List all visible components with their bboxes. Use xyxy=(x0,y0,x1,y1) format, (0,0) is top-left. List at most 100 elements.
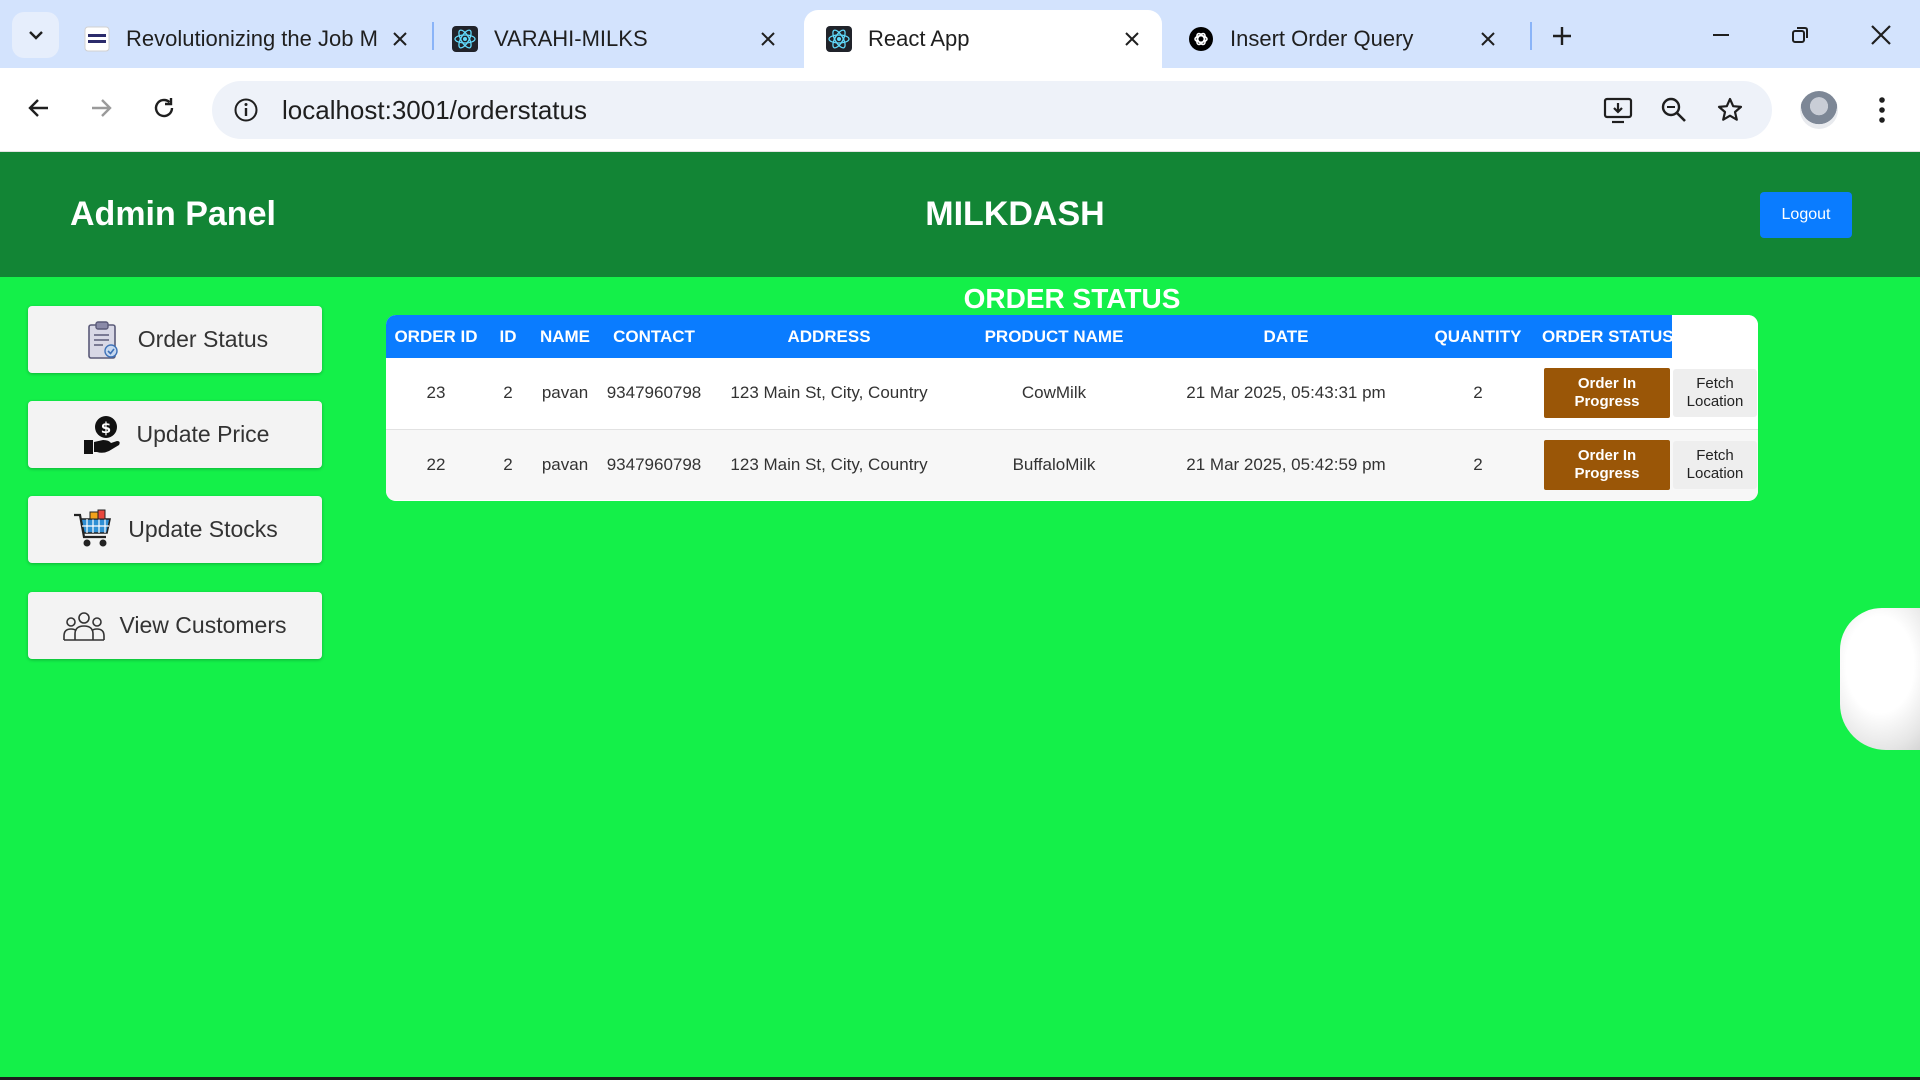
orders-table: ORDER ID ID NAME CONTACT ADDRESS PRODUCT… xyxy=(386,315,1758,500)
tab-title: React App xyxy=(868,26,970,51)
product-cell: BuffaloMilk xyxy=(950,429,1158,500)
close-icon xyxy=(1871,25,1891,45)
sidebar-item-label: Order Status xyxy=(137,326,269,352)
orders-table-card: ORDER ID ID NAME CONTACT ADDRESS PRODUCT… xyxy=(386,315,1758,501)
fetch-location-button[interactable]: Fetch Location xyxy=(1673,369,1757,418)
id-cell: 2 xyxy=(486,358,530,430)
close-icon[interactable] xyxy=(388,27,412,51)
status-line-1: Order In xyxy=(1577,446,1637,464)
restore-icon xyxy=(1792,27,1808,43)
reload-icon xyxy=(154,98,174,118)
sidebar-item-view-customers[interactable]: View Customers xyxy=(28,592,322,659)
tab-react-app[interactable]: React App xyxy=(804,10,1162,68)
plus-icon xyxy=(1553,27,1571,45)
contact-cell: 9347960798 xyxy=(600,429,708,500)
profile-avatar[interactable] xyxy=(1800,91,1838,129)
fetch-line-1: Fetch xyxy=(1696,375,1734,393)
contact-cell: 9347960798 xyxy=(600,358,708,430)
tab-search-button[interactable] xyxy=(12,12,59,58)
svg-text:$: $ xyxy=(100,419,110,437)
sidebar-item-update-stocks[interactable]: Update Stocks xyxy=(28,496,322,563)
react-icon xyxy=(826,26,852,52)
tab-revolutionizing[interactable]: Revolutionizing the Job M xyxy=(62,10,430,68)
clipboard-icon xyxy=(82,319,124,361)
fetch-line-1: Fetch xyxy=(1696,446,1734,464)
name-cell: pavan xyxy=(530,429,600,500)
chatgpt-icon xyxy=(1188,26,1214,52)
close-icon[interactable] xyxy=(1476,27,1500,51)
tab-title: VARAHI-MILKS xyxy=(494,26,648,51)
quantity-cell: 2 xyxy=(1414,429,1542,500)
column-header-contact: CONTACT xyxy=(600,315,708,358)
browser-toolbar: localhost:3001/orderstatus xyxy=(0,68,1920,152)
sidebar-item-order-status[interactable]: Order Status xyxy=(28,306,322,373)
order-id-cell: 22 xyxy=(386,429,486,500)
forward-arrow-icon xyxy=(92,99,112,117)
sidebar-item-update-price[interactable]: $ Update Price xyxy=(28,401,322,468)
sidebar-item-label: Update Price xyxy=(136,421,270,447)
brand-title: MILKDASH xyxy=(925,195,1105,233)
address-bar[interactable]: localhost:3001/orderstatus xyxy=(212,81,1772,139)
column-header-name: NAME xyxy=(530,315,600,358)
kebab-menu-icon xyxy=(1879,97,1885,123)
shopping-cart-icon xyxy=(72,509,114,551)
close-window-button[interactable] xyxy=(1856,12,1906,58)
minimize-icon xyxy=(1713,34,1729,36)
sidebar-item-label: Update Stocks xyxy=(128,516,278,542)
back-arrow-icon xyxy=(28,99,48,117)
column-header-date: DATE xyxy=(1158,315,1414,358)
close-icon[interactable] xyxy=(756,27,780,51)
chevron-down-icon xyxy=(28,31,43,40)
restore-button[interactable] xyxy=(1775,12,1825,58)
table-row: 23 2 pavan 9347960798 123 Main St, City,… xyxy=(386,358,1758,430)
column-header-order-status: ORDER STATUS xyxy=(1542,315,1674,358)
logout-button[interactable]: Logout xyxy=(1760,192,1852,238)
date-cell: 21 Mar 2025, 05:42:59 pm xyxy=(1158,429,1414,500)
sidebar-item-label: View Customers xyxy=(119,612,287,638)
browser-tab-strip: Revolutionizing the Job M VARAHI-MILKS R… xyxy=(0,0,1920,68)
zoom-icon[interactable] xyxy=(1654,90,1694,130)
column-header-address: ADDRESS xyxy=(708,315,950,358)
order-status-button[interactable]: Order In Progress xyxy=(1544,368,1670,419)
address-cell: 123 Main St, City, Country xyxy=(708,429,950,500)
floating-assistant-button[interactable] xyxy=(1840,608,1920,750)
order-status-cell: Order In Progress xyxy=(1542,429,1672,500)
table-row: 22 2 pavan 9347960798 123 Main St, City,… xyxy=(386,429,1758,500)
install-app-icon[interactable] xyxy=(1598,90,1638,130)
table-header-row: ORDER ID ID NAME CONTACT ADDRESS PRODUCT… xyxy=(386,315,1758,358)
tab-varahi-milks[interactable]: VARAHI-MILKS xyxy=(430,10,798,68)
column-header-product-name: PRODUCT NAME xyxy=(950,315,1158,358)
fetch-location-cell: Fetch Location xyxy=(1672,358,1758,430)
order-status-button[interactable]: Order In Progress xyxy=(1544,439,1670,490)
fetch-line-2: Location xyxy=(1686,464,1744,482)
close-icon[interactable] xyxy=(1120,27,1144,51)
reload-button[interactable] xyxy=(142,86,186,130)
url-text: localhost:3001/orderstatus xyxy=(282,94,587,125)
column-header-blank xyxy=(1672,315,1758,358)
browser-menu-button[interactable] xyxy=(1865,88,1899,132)
tab-title: Insert Order Query xyxy=(1230,26,1414,51)
name-cell: pavan xyxy=(530,358,600,430)
fetch-location-button[interactable]: Fetch Location xyxy=(1673,440,1757,489)
new-tab-button[interactable] xyxy=(1543,17,1581,55)
tab-separator xyxy=(1530,22,1532,50)
column-header-quantity: QUANTITY xyxy=(1414,315,1542,358)
column-header-id: ID xyxy=(486,315,530,358)
address-cell: 123 Main St, City, Country xyxy=(708,358,950,430)
site-info-icon[interactable] xyxy=(226,90,266,130)
back-button[interactable] xyxy=(17,86,61,130)
id-cell: 2 xyxy=(486,429,530,500)
bookmark-star-icon[interactable] xyxy=(1710,90,1750,130)
forward-button[interactable] xyxy=(79,86,123,130)
page-title: ORDER STATUS xyxy=(963,283,1181,314)
customers-icon xyxy=(63,605,106,647)
minimize-button[interactable] xyxy=(1696,12,1746,58)
app-header: Admin Panel MILKDASH Logout xyxy=(0,152,1920,277)
status-line-2: Progress xyxy=(1574,393,1640,411)
tab-insert-order-query[interactable]: Insert Order Query xyxy=(1166,10,1518,68)
date-cell: 21 Mar 2025, 05:43:31 pm xyxy=(1158,358,1414,430)
status-line-2: Progress xyxy=(1574,464,1640,482)
tab-title: Revolutionizing the Job M xyxy=(126,26,378,51)
order-status-cell: Order In Progress xyxy=(1542,358,1672,430)
fetch-location-cell: Fetch Location xyxy=(1672,429,1758,500)
